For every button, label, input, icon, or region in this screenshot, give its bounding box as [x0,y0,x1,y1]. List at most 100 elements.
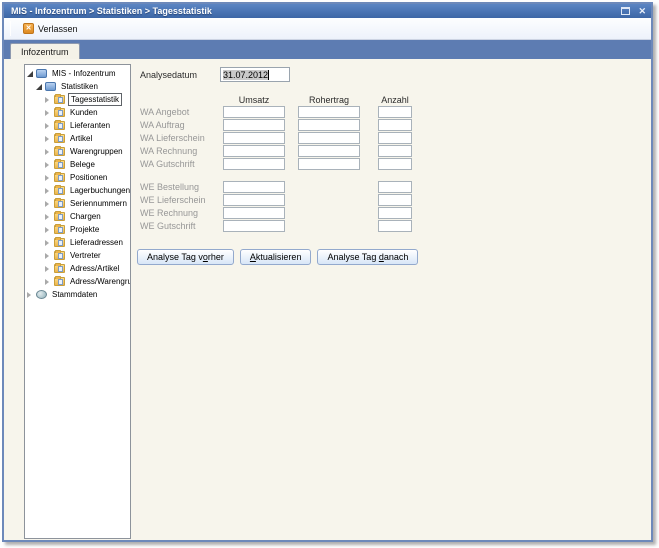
tree-item-belege[interactable]: Belege [25,158,130,171]
folder-icon [54,108,65,117]
folder-icon [54,238,65,247]
folder-icon [54,134,65,143]
folder-icon [54,160,65,169]
wa-auftrag-rohertrag-input[interactable] [298,119,360,131]
expand-arrow-icon[interactable] [45,279,54,285]
expand-arrow-icon[interactable] [36,84,45,90]
tree-item-label: Lieferadressen [68,237,125,248]
folder-icon [54,121,65,130]
expand-arrow-icon[interactable] [27,71,36,77]
form-row-wa-angebot: WA Angebot [140,106,420,119]
folder-icon [54,212,65,221]
analyse-tag-vorher-button[interactable]: Analyse Tag vorher [137,249,234,265]
expand-arrow-icon[interactable] [45,201,54,207]
wa-auftrag-umsatz-input[interactable] [223,119,285,131]
row-label: WE Gutschrift [140,221,196,231]
expand-arrow-icon[interactable] [45,110,54,116]
tree-item-adress-warengruppen[interactable]: Adress/Warengruppen [25,275,130,288]
tree-item-projekte[interactable]: Projekte [25,223,130,236]
expand-arrow-icon[interactable] [27,292,36,298]
tree-item-seriennummern[interactable]: Seriennummern [25,197,130,210]
wa-gutschrift-umsatz-input[interactable] [223,158,285,170]
expand-arrow-icon[interactable] [45,123,54,129]
tree-item-mis-infozentrum[interactable]: MIS - Infozentrum [25,67,130,80]
aktualisieren-button[interactable]: Aktualisieren [240,249,312,265]
tree-item-label: Kunden [68,107,100,118]
expand-arrow-icon[interactable] [45,97,54,103]
column-header-anzahl: Anzahl [378,95,412,105]
text-caret [268,70,269,80]
button-label-pre: Analyse Tag v [147,252,203,262]
window-controls: ✕ [621,7,646,15]
wa-angebot-umsatz-input[interactable] [223,106,285,118]
we-rechnung-umsatz-input[interactable] [223,207,285,219]
expand-arrow-icon[interactable] [45,162,54,168]
close-icon[interactable]: ✕ [638,7,646,15]
expand-arrow-icon[interactable] [45,136,54,142]
tree-item-positionen[interactable]: Positionen [25,171,130,184]
tree-item-warengruppen[interactable]: Warengruppen [25,145,130,158]
expand-arrow-icon[interactable] [45,240,54,246]
wa-auftrag-anzahl-input[interactable] [378,119,412,131]
folder-icon [54,147,65,156]
we-rechnung-anzahl-input[interactable] [378,207,412,219]
expand-arrow-icon[interactable] [45,188,54,194]
tree-item-lieferanten[interactable]: Lieferanten [25,119,130,132]
tree-item-statistiken[interactable]: Statistiken [25,80,130,93]
form-row-we-bestellung: WE Bestellung [140,181,420,194]
we-bestellung-umsatz-input[interactable] [223,181,285,193]
analyse-tag-danach-button[interactable]: Analyse Tag danach [317,249,418,265]
wa-lieferschein-rohertrag-input[interactable] [298,132,360,144]
tree-item-label: Lagerbuchungen [68,185,131,196]
wa-angebot-anzahl-input[interactable] [378,106,412,118]
wa-lieferschein-umsatz-input[interactable] [223,132,285,144]
wa-rechnung-umsatz-input[interactable] [223,145,285,157]
tree-item-chargen[interactable]: Chargen [25,210,130,223]
tree-item-tagesstatistik[interactable]: Tagesstatistik [25,93,130,106]
button-label-post: anach [384,252,409,262]
we-rows-group: WE Bestellung WE Lieferschein WE Rechnun… [140,181,420,233]
folder-icon [54,251,65,260]
form-row-wa-gutschrift: WA Gutschrift [140,158,420,171]
tree-item-artikel[interactable]: Artikel [25,132,130,145]
toolbar: ✕ Verlassen [4,18,651,40]
expand-arrow-icon[interactable] [45,266,54,272]
form-row-we-gutschrift: WE Gutschrift [140,220,420,233]
tree-item-label: Adress/Warengruppen [68,276,131,287]
expand-arrow-icon[interactable] [45,214,54,220]
tab-infozentrum[interactable]: Infozentrum [10,43,80,59]
wa-gutschrift-rohertrag-input[interactable] [298,158,360,170]
tree-item-kunden[interactable]: Kunden [25,106,130,119]
wa-gutschrift-anzahl-input[interactable] [378,158,412,170]
folder-icon [54,186,65,195]
expand-arrow-icon[interactable] [45,175,54,181]
we-lieferschein-anzahl-input[interactable] [378,194,412,206]
expand-arrow-icon[interactable] [45,227,54,233]
wa-lieferschein-anzahl-input[interactable] [378,132,412,144]
wa-rechnung-anzahl-input[interactable] [378,145,412,157]
we-gutschrift-umsatz-input[interactable] [223,220,285,232]
verlassen-button[interactable]: ✕ Verlassen [16,20,85,37]
wa-angebot-rohertrag-input[interactable] [298,106,360,118]
action-button-row: Analyse Tag vorher Aktualisieren Analyse T… [137,249,418,265]
we-lieferschein-umsatz-input[interactable] [223,194,285,206]
folder-icon [54,225,65,234]
expand-arrow-icon[interactable] [45,253,54,259]
tree-item-lieferadressen[interactable]: Lieferadressen [25,236,130,249]
we-gutschrift-anzahl-input[interactable] [378,220,412,232]
wa-rechnung-rohertrag-input[interactable] [298,145,360,157]
tree-item-lagerbuchungen[interactable]: Lagerbuchungen [25,184,130,197]
analysis-date-input[interactable]: 31.07.2012 [220,67,290,82]
tree-item-label: Vertreter [68,250,103,261]
row-label: WE Bestellung [140,182,199,192]
folder-icon [54,95,65,104]
column-header-umsatz: Umsatz [223,95,285,105]
title-bar: MIS - Infozentrum > Statistiken > Tagess… [4,4,651,18]
tree-item-adress-artikel[interactable]: Adress/Artikel [25,262,130,275]
we-bestellung-anzahl-input[interactable] [378,181,412,193]
tree-item-vertreter[interactable]: Vertreter [25,249,130,262]
tree-item-stammdaten[interactable]: Stammdaten [25,288,130,301]
restore-window-icon[interactable] [621,7,630,15]
expand-arrow-icon[interactable] [45,149,54,155]
verlassen-button-label: Verlassen [38,24,78,34]
